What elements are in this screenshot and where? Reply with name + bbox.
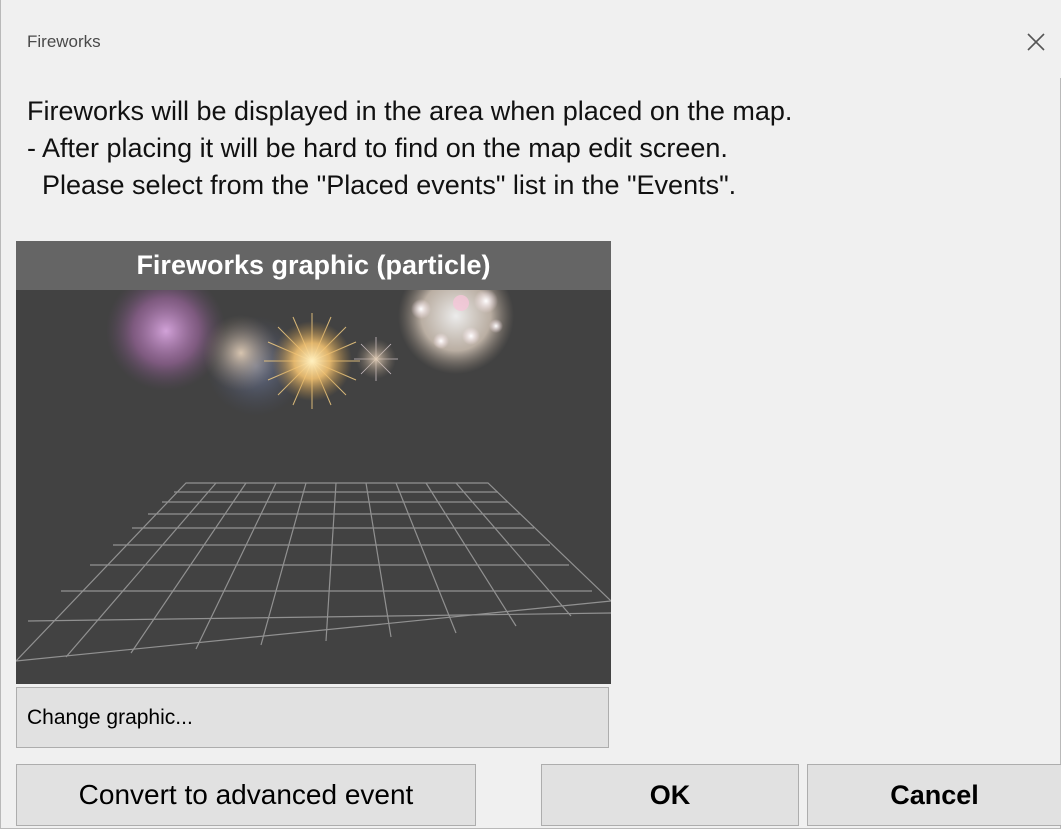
convert-label: Convert to advanced event bbox=[78, 779, 414, 810]
change-graphic-label: Change graphic... bbox=[27, 706, 193, 729]
fireworks-preview-image bbox=[16, 258, 611, 662]
info-message: Fireworks will be displayed in the area … bbox=[27, 93, 1047, 204]
ok-label: OK bbox=[649, 780, 691, 810]
cancel-button[interactable]: Cancel bbox=[807, 764, 1061, 826]
window-title: Fireworks bbox=[27, 32, 101, 51]
close-icon bbox=[1027, 33, 1045, 51]
preview-header: Fireworks graphic (particle) bbox=[16, 241, 611, 290]
convert-to-advanced-event-button[interactable]: Convert to advanced event bbox=[16, 764, 476, 826]
message-line-2: - After placing it will be hard to find … bbox=[27, 133, 728, 163]
fireworks-dialog: Fireworks Fireworks will be displayed in… bbox=[0, 0, 1061, 829]
change-graphic-button[interactable]: Change graphic... bbox=[16, 687, 609, 748]
close-button[interactable] bbox=[1018, 24, 1054, 60]
cancel-label: Cancel bbox=[890, 780, 979, 810]
title-bar[interactable]: Fireworks bbox=[1, 0, 1061, 78]
ok-button[interactable]: OK bbox=[541, 764, 799, 826]
message-line-3: Please select from the "Placed events" l… bbox=[27, 170, 737, 200]
graphic-preview: Fireworks graphic (particle) bbox=[16, 241, 611, 684]
message-line-1: Fireworks will be displayed in the area … bbox=[27, 96, 793, 126]
